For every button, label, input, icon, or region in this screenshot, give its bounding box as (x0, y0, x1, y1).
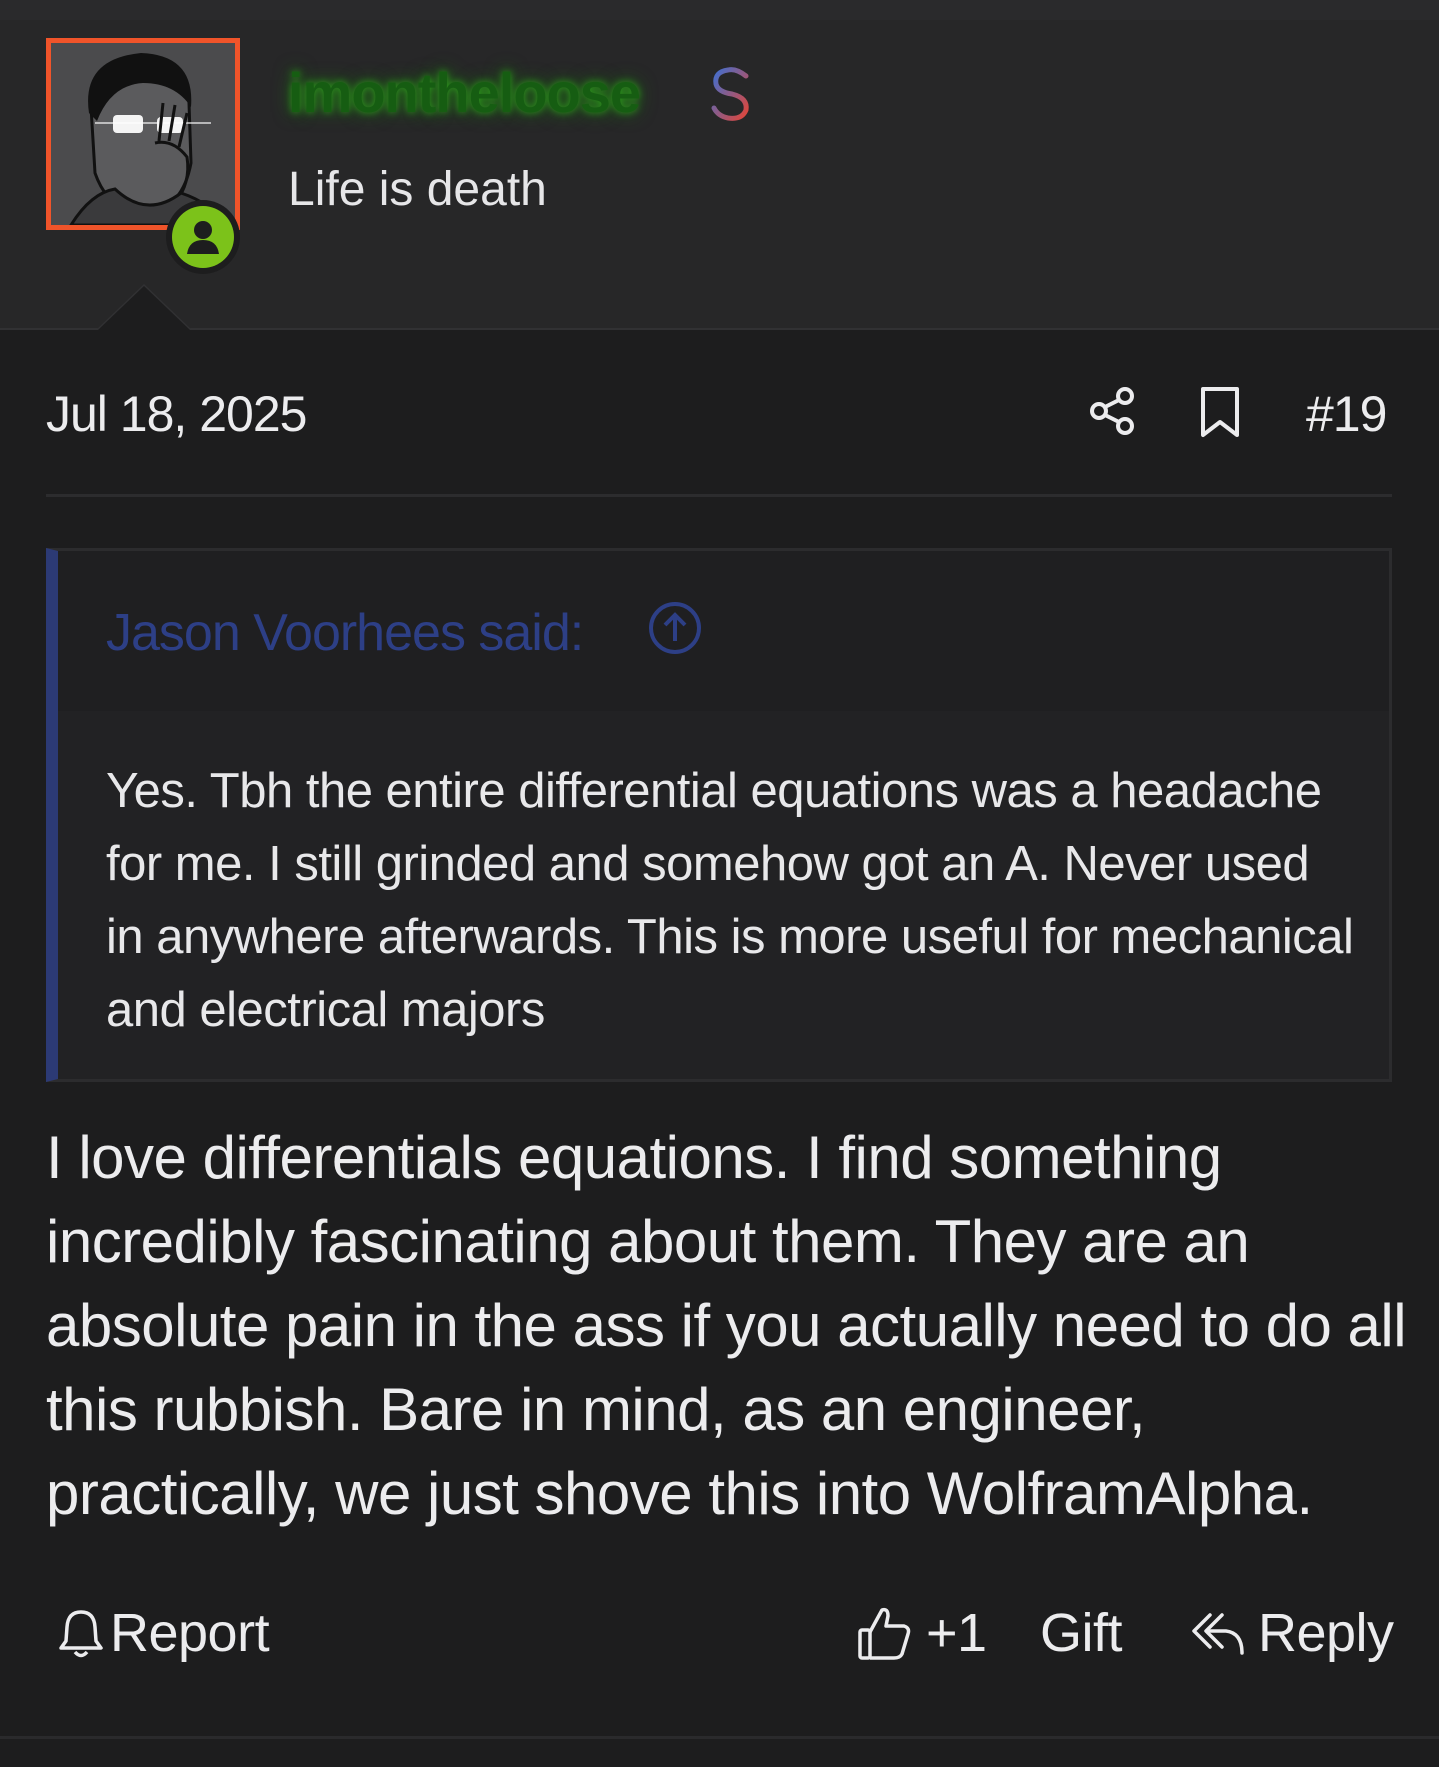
report-label: Report (110, 1603, 270, 1663)
thumbs-up-icon (858, 1607, 911, 1660)
reply-button[interactable]: Reply (1190, 1600, 1394, 1666)
post-date[interactable]: Jul 18, 2025 (46, 385, 307, 443)
quote-text: Yes. Tbh the entire differential equatio… (106, 764, 1354, 1037)
meta-divider (46, 494, 1392, 497)
post-body: I love differentials equations. I find s… (46, 1124, 1407, 1527)
like-count: +1 (926, 1603, 987, 1663)
dollar-icon (711, 58, 749, 130)
arrow-up-circle-icon[interactable] (648, 601, 702, 655)
bookmark-icon[interactable] (1198, 386, 1242, 438)
username[interactable]: imontheloose (288, 60, 641, 125)
quote-block: Jason Voorhees said: Yes. Tbh the entire… (46, 548, 1392, 1082)
online-status-badge (166, 200, 240, 274)
quote-header: Jason Voorhees said: (58, 551, 1389, 711)
like-button[interactable]: +1 (856, 1600, 987, 1666)
user-online-icon (187, 221, 219, 254)
gift-button[interactable]: Gift (1040, 1600, 1123, 1666)
post-number[interactable]: #19 (1306, 385, 1387, 443)
report-button[interactable]: Report (58, 1600, 270, 1666)
gift-label: Gift (1040, 1603, 1123, 1663)
top-strip (0, 0, 1439, 20)
wojak-avatar-icon (51, 43, 235, 225)
user-title: Life is death (288, 163, 547, 216)
share-icon[interactable] (1088, 385, 1138, 437)
bottom-divider (0, 1736, 1439, 1739)
bell-icon (59, 1610, 103, 1658)
header-pointer (98, 286, 190, 330)
reply-icon (1192, 1613, 1244, 1655)
reply-label: Reply (1258, 1603, 1394, 1663)
quote-author[interactable]: Jason Voorhees said: (106, 603, 584, 663)
